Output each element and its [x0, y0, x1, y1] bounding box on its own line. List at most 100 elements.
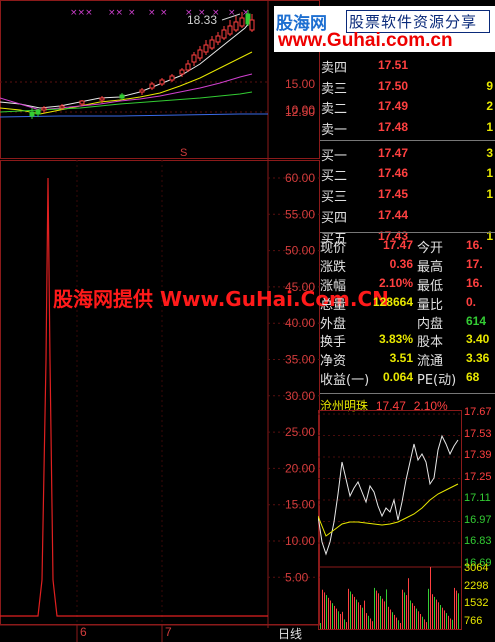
quote-value: 16. — [466, 275, 483, 290]
indicator-tick: 5.00 — [285, 570, 309, 584]
candle-body — [29, 111, 35, 117]
bottom-axis-svg — [0, 624, 320, 642]
quote-row: 涨跌 0.36 最高 17. — [320, 255, 495, 275]
quote-key: 内盘 — [417, 316, 444, 332]
volume-bar — [396, 617, 397, 629]
candle-body — [59, 105, 65, 109]
volume-bar — [436, 599, 437, 629]
ask-label: 卖一 — [321, 123, 348, 139]
ma-line-white — [0, 21, 251, 109]
volume-bar — [364, 600, 365, 629]
indicator-tick: 10.00 — [285, 534, 315, 548]
quote-key: 股本 — [417, 335, 444, 351]
volume-bar — [438, 602, 439, 629]
candle-body — [233, 21, 239, 31]
volume-bar — [326, 595, 327, 629]
bid-price: 17.46 — [378, 166, 409, 181]
quote-key: 收益(一) — [320, 373, 370, 389]
timeframe-button[interactable]: 日线 — [278, 625, 302, 642]
bid-row[interactable]: 买一 17.47 3 — [320, 143, 495, 164]
site-url: www.Guhai.com.cn — [278, 30, 453, 51]
volume-bar — [420, 614, 421, 629]
quote-value: 17.47 — [382, 238, 413, 252]
volume-bar — [352, 594, 353, 629]
intraday-svg — [318, 410, 462, 630]
quote-value: 0. — [466, 294, 477, 309]
indicator-svg: 60.0055.0050.0045.0040.0035.0030.0025.00… — [0, 160, 320, 628]
volume-bar — [450, 618, 451, 629]
indicator-gridlines — [76, 160, 320, 628]
intraday-volume-bars — [320, 567, 459, 629]
ask-label: 卖二 — [321, 102, 348, 118]
intraday-chart[interactable] — [318, 404, 462, 630]
volume-bar — [386, 589, 387, 629]
candle-body — [169, 75, 175, 81]
indicator-tick: 30.00 — [285, 389, 315, 403]
ask-row[interactable]: 卖四 17.51 — [320, 55, 495, 76]
x-label-7: 7 — [165, 625, 172, 639]
quote-key: 总量 — [320, 297, 347, 313]
volume-bar — [348, 588, 349, 629]
quote-key: 量比 — [417, 297, 444, 313]
candle-body — [99, 97, 105, 101]
volume-bar — [336, 608, 337, 629]
indicator-tick: 20.00 — [285, 461, 315, 475]
volume-bar — [344, 619, 345, 629]
quote-row: 收益(一) 0.064 PE(动) 68 — [320, 368, 495, 389]
candle-body — [191, 54, 197, 63]
quote-key: 现价 — [320, 241, 347, 256]
bid-price: 17.44 — [378, 207, 409, 222]
volume-bar — [380, 596, 381, 629]
quote-value: 2.10% — [378, 275, 413, 290]
bid-label: 买一 — [321, 148, 348, 164]
volume-bar — [378, 593, 379, 629]
bid-price: 17.47 — [378, 145, 409, 160]
x-label-6: 6 — [80, 625, 87, 639]
quote-key: PE(动) — [417, 373, 457, 389]
candle-body — [203, 44, 209, 53]
intraday-volume-tick: 3064 — [464, 562, 489, 574]
volume-bar — [458, 593, 459, 629]
bid-label: 买四 — [321, 210, 348, 226]
volume-bar — [422, 616, 423, 629]
volume-bar — [402, 589, 403, 629]
quote-value: 3.36 — [466, 351, 490, 366]
volume-bar — [416, 608, 417, 629]
quote-key: 最高 — [417, 259, 444, 275]
ask-row[interactable]: 卖三 17.50 9 — [320, 76, 495, 97]
ask-row[interactable]: 卖二 17.49 2 — [320, 96, 495, 117]
volume-bar — [370, 618, 371, 629]
signal-marker: ××× — [70, 8, 93, 18]
price-chart-panel[interactable]: ××× ×× × × × × × × × × 18.33 15.00 12.50 S — [0, 0, 320, 160]
intraday-volume-tick: 1532 — [464, 597, 489, 609]
ask-price: 17.51 — [378, 58, 409, 72]
order-book: 卖四 17.51 卖三 17.50 9 卖二 17.49 2 卖一 17.48 1 买一 17.… — [320, 55, 495, 247]
bid-row[interactable]: 买四 17.44 — [320, 205, 495, 226]
volume-bar — [320, 623, 321, 629]
quote-key: 涨跌 — [320, 259, 347, 275]
quote-value: 68 — [466, 370, 480, 385]
ask-row[interactable]: 卖一 17.48 1 — [320, 117, 495, 138]
quote-row: 外盘 内盘 614 — [320, 312, 495, 332]
candle-body — [245, 13, 251, 25]
candle-body — [35, 110, 41, 115]
ask-volume: 2 — [486, 99, 493, 114]
volume-bar — [382, 598, 383, 629]
indicator-panel[interactable]: 60.00 55.00 50.00 45.00 40.00 35.00 30.00 25.00… — [0, 160, 320, 628]
quote-key: 换手 — [320, 335, 347, 351]
intraday-price-tick: 16.83 — [464, 535, 492, 547]
candle-body — [119, 94, 125, 99]
bid-label: 买三 — [321, 190, 348, 206]
price-tick: 15.00 — [285, 77, 315, 91]
bid-row[interactable]: 买三 17.45 1 — [320, 184, 495, 205]
candle-body — [185, 63, 191, 71]
quote-row: 涨幅 2.10% 最低 16. — [320, 274, 495, 294]
volume-bar — [388, 606, 389, 629]
quote-value: 0.064 — [382, 370, 413, 385]
volume-bar — [398, 620, 399, 629]
bid-row[interactable]: 买二 17.46 1 — [320, 163, 495, 184]
ma-line-yellow — [0, 51, 253, 115]
ask-volume: 1 — [486, 120, 493, 135]
site-watermark-banner: 股海网 股票软件资源分享 www.Guhai.com.cn — [274, 6, 495, 52]
volume-bar — [366, 613, 367, 629]
